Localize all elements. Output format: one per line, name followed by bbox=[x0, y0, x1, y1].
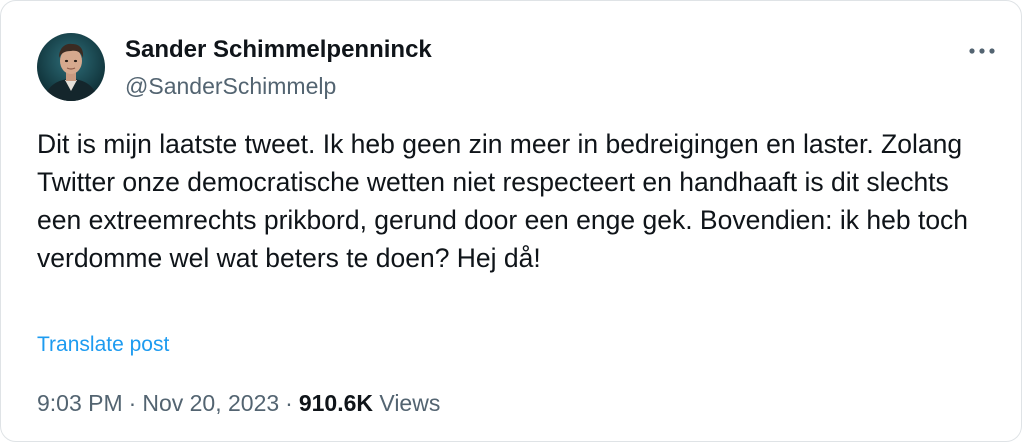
tweet-card: Sander Schimmelpenninck @SanderSchimmelp… bbox=[0, 0, 1022, 442]
author-display-name[interactable]: Sander Schimmelpenninck bbox=[125, 35, 432, 65]
meta-separator: · bbox=[285, 390, 293, 416]
post-date[interactable]: Nov 20, 2023 bbox=[142, 390, 279, 416]
translate-post-link[interactable]: Translate post bbox=[37, 331, 169, 359]
post-text: Dit is mijn laatste tweet. Ik heb geen z… bbox=[37, 129, 976, 273]
views-count: 910.6K bbox=[298, 390, 373, 416]
author-handle[interactable]: @SanderSchimmelp bbox=[125, 71, 336, 101]
more-options-button[interactable] bbox=[965, 37, 999, 65]
meta-separator: · bbox=[128, 390, 137, 416]
more-options-icon bbox=[969, 48, 995, 54]
views-label: Views bbox=[379, 390, 441, 416]
post-meta: 9:03 PM · Nov 20, 2023 · 910.6K Views bbox=[37, 388, 440, 418]
avatar-image bbox=[37, 33, 105, 101]
post-time[interactable]: 9:03 PM bbox=[37, 390, 123, 416]
avatar[interactable] bbox=[37, 33, 105, 101]
